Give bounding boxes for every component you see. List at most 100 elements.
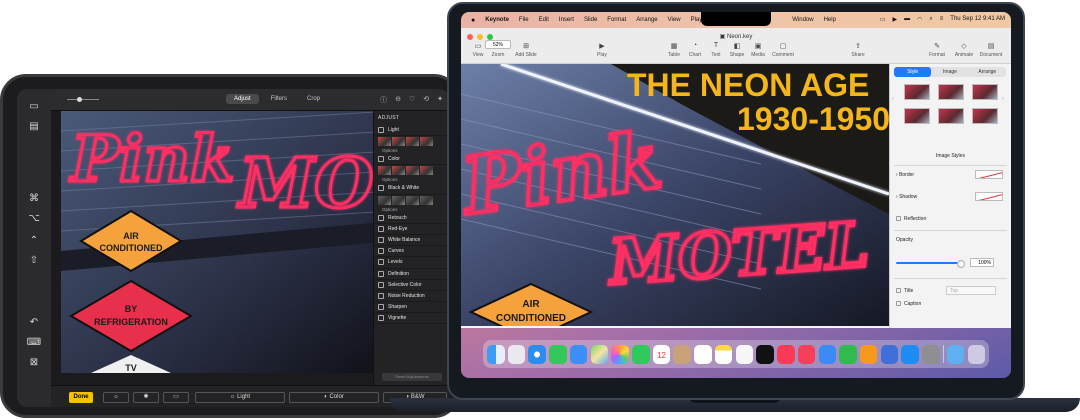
menu-icon[interactable]: ▤ bbox=[17, 121, 51, 132]
done-button[interactable]: Done bbox=[69, 392, 93, 403]
border-swatch[interactable] bbox=[975, 170, 1003, 179]
tab-adjust[interactable]: Adjust bbox=[226, 94, 259, 104]
bw-thumbnails[interactable] bbox=[374, 195, 449, 206]
finder-icon[interactable] bbox=[487, 344, 505, 364]
safari-icon[interactable] bbox=[528, 344, 546, 364]
calendar-icon[interactable]: 12 bbox=[652, 344, 671, 364]
news-icon[interactable] bbox=[797, 344, 816, 364]
toolbar-document[interactable]: ▤ Document bbox=[974, 42, 1008, 58]
control-center-icon[interactable]: ≡ bbox=[940, 16, 944, 23]
wifi-icon[interactable]: ◠ bbox=[917, 16, 922, 23]
reflection-row[interactable]: Reflection bbox=[896, 216, 926, 222]
title-position-popup[interactable]: Top bbox=[946, 286, 996, 295]
numbers-icon[interactable] bbox=[839, 344, 857, 364]
adjust-noise-reduction[interactable]: Noise Reduction bbox=[374, 291, 449, 303]
play-status-icon[interactable]: ▶ bbox=[893, 16, 898, 23]
battery-icon[interactable]: ▬ bbox=[904, 16, 910, 23]
toolbar-play[interactable]: ▶ Play bbox=[585, 42, 619, 58]
slide-canvas[interactable]: THE NEON AGE 1930-1950 Pink MOTEL AIR CO… bbox=[461, 64, 889, 326]
menu-view[interactable]: View bbox=[668, 17, 681, 23]
search-icon[interactable]: ⌕ bbox=[929, 16, 932, 23]
menu-file[interactable]: File bbox=[519, 17, 529, 23]
adjust-color[interactable]: Color bbox=[374, 154, 449, 166]
adjust-sharpen[interactable]: Sharpen bbox=[374, 302, 449, 314]
app-store-icon[interactable] bbox=[901, 344, 919, 364]
command-key-icon[interactable]: ⌘ bbox=[17, 193, 51, 204]
keyboard-icon[interactable]: ⌨ bbox=[17, 337, 51, 348]
title-row[interactable]: Title bbox=[896, 288, 913, 294]
bw-options[interactable]: Options bbox=[374, 206, 449, 213]
slide-image[interactable]: THE NEON AGE 1930-1950 Pink MOTEL AIR CO… bbox=[461, 64, 889, 326]
music-icon[interactable] bbox=[777, 344, 795, 364]
pages-icon[interactable] bbox=[859, 344, 878, 364]
adjust-levels[interactable]: Levels bbox=[374, 257, 449, 269]
toolbar-comment[interactable]: ▢ Comment bbox=[766, 42, 800, 58]
menu-slide[interactable]: Slide bbox=[584, 17, 597, 23]
adjust-curves[interactable]: Curves bbox=[374, 246, 449, 258]
sidebar-icon[interactable]: ▭ bbox=[17, 101, 51, 112]
mode-color[interactable]: ◐ Color bbox=[289, 392, 379, 403]
menu-app-keynote[interactable]: Keynote bbox=[485, 17, 509, 23]
clock[interactable]: Thu Sep 12 9:41 AM bbox=[950, 16, 1005, 23]
image-style-swatch[interactable] bbox=[972, 108, 998, 124]
color-options[interactable]: Options bbox=[374, 176, 449, 183]
apple-icon[interactable]: ● bbox=[471, 17, 475, 24]
caption-checkbox[interactable] bbox=[896, 301, 901, 306]
menu-insert[interactable]: Insert bbox=[559, 17, 574, 23]
chevron-right-icon[interactable]: › bbox=[1002, 96, 1004, 102]
facetime-icon[interactable] bbox=[632, 344, 650, 364]
image-style-swatch[interactable] bbox=[904, 84, 930, 100]
menu-edit[interactable]: Edit bbox=[539, 17, 549, 23]
iphone-mirroring-icon[interactable] bbox=[880, 344, 899, 364]
control-key-icon[interactable]: ⌃ bbox=[17, 235, 51, 246]
caption-row[interactable]: Caption bbox=[896, 301, 921, 307]
slide-title-line1[interactable]: THE NEON AGE bbox=[627, 67, 869, 103]
shift-key-icon[interactable]: ⇧ bbox=[17, 255, 51, 266]
menu-arrange[interactable]: Arrange bbox=[636, 17, 657, 23]
info-icon[interactable]: ⓘ bbox=[380, 95, 387, 105]
tab-arrange[interactable]: Arrange bbox=[969, 67, 1006, 77]
reminders-icon[interactable] bbox=[694, 344, 712, 364]
title-checkbox[interactable] bbox=[896, 288, 901, 293]
toolbar-add-slide[interactable]: ⊞ Add Slide bbox=[509, 42, 543, 58]
messages-icon[interactable] bbox=[549, 344, 567, 364]
tab-filters[interactable]: Filters bbox=[263, 94, 295, 104]
image-style-swatch[interactable] bbox=[938, 84, 964, 100]
trash-icon[interactable] bbox=[967, 344, 986, 364]
zoom-slider[interactable] bbox=[67, 97, 99, 102]
split-view-toggle[interactable]: ▭ bbox=[163, 392, 189, 403]
opacity-field[interactable]: 100% bbox=[970, 258, 994, 267]
shadow-row[interactable]: › Shadow bbox=[896, 194, 917, 200]
undo-icon[interactable]: ↶ bbox=[17, 317, 51, 328]
menu-window[interactable]: Window bbox=[792, 17, 813, 23]
adjust-retouch[interactable]: Retouch bbox=[374, 213, 449, 224]
adjust-red-eye[interactable]: Red-Eye bbox=[374, 224, 449, 235]
color-thumbnails[interactable] bbox=[374, 165, 449, 176]
contacts-icon[interactable] bbox=[673, 344, 691, 364]
mode-light[interactable]: ☼ Light bbox=[195, 392, 285, 403]
tab-crop[interactable]: Crop bbox=[299, 94, 328, 104]
image-style-swatch[interactable] bbox=[904, 108, 930, 124]
freeform-icon[interactable] bbox=[735, 344, 754, 364]
adjust-selective-color[interactable]: Selective Color bbox=[374, 280, 449, 291]
settings-icon[interactable] bbox=[922, 344, 940, 364]
enhance-toggle[interactable]: ✺ bbox=[133, 392, 159, 403]
tab-style[interactable]: Style bbox=[894, 67, 932, 77]
maps-icon[interactable] bbox=[590, 344, 609, 364]
adjust-light[interactable]: Light bbox=[374, 125, 449, 137]
opacity-slider[interactable] bbox=[896, 260, 965, 268]
rotate-icon[interactable]: ⟲ bbox=[423, 95, 429, 105]
adjust-white-balance[interactable]: White Balance bbox=[374, 235, 449, 247]
reset-adjustments-button[interactable]: Reset Adjustments bbox=[382, 373, 442, 381]
notes-icon[interactable] bbox=[714, 344, 733, 364]
brightness-toggle[interactable]: ☼ bbox=[103, 392, 129, 403]
tab-image[interactable]: Image bbox=[931, 67, 968, 77]
tv-icon[interactable] bbox=[756, 344, 774, 364]
light-options[interactable]: Options bbox=[374, 147, 449, 154]
border-row[interactable]: › Border bbox=[896, 172, 914, 178]
adjust-black-white[interactable]: Black & White bbox=[374, 183, 449, 195]
photos-icon[interactable] bbox=[611, 344, 629, 364]
image-style-swatch[interactable] bbox=[972, 84, 998, 100]
menu-help[interactable]: Help bbox=[824, 17, 836, 23]
launchpad-icon[interactable] bbox=[507, 344, 526, 364]
